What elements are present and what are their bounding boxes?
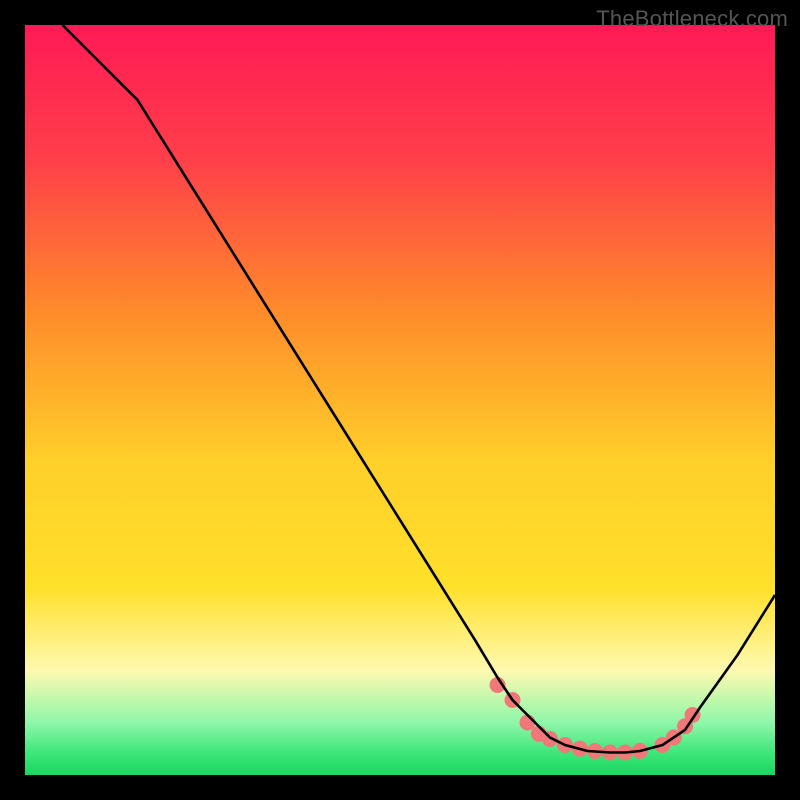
data-marker [520, 715, 536, 731]
gradient-background [25, 25, 775, 775]
chart-svg [25, 25, 775, 775]
plot-area [25, 25, 775, 775]
chart-frame: TheBottleneck.com [0, 0, 800, 800]
watermark-text: TheBottleneck.com [596, 6, 788, 32]
